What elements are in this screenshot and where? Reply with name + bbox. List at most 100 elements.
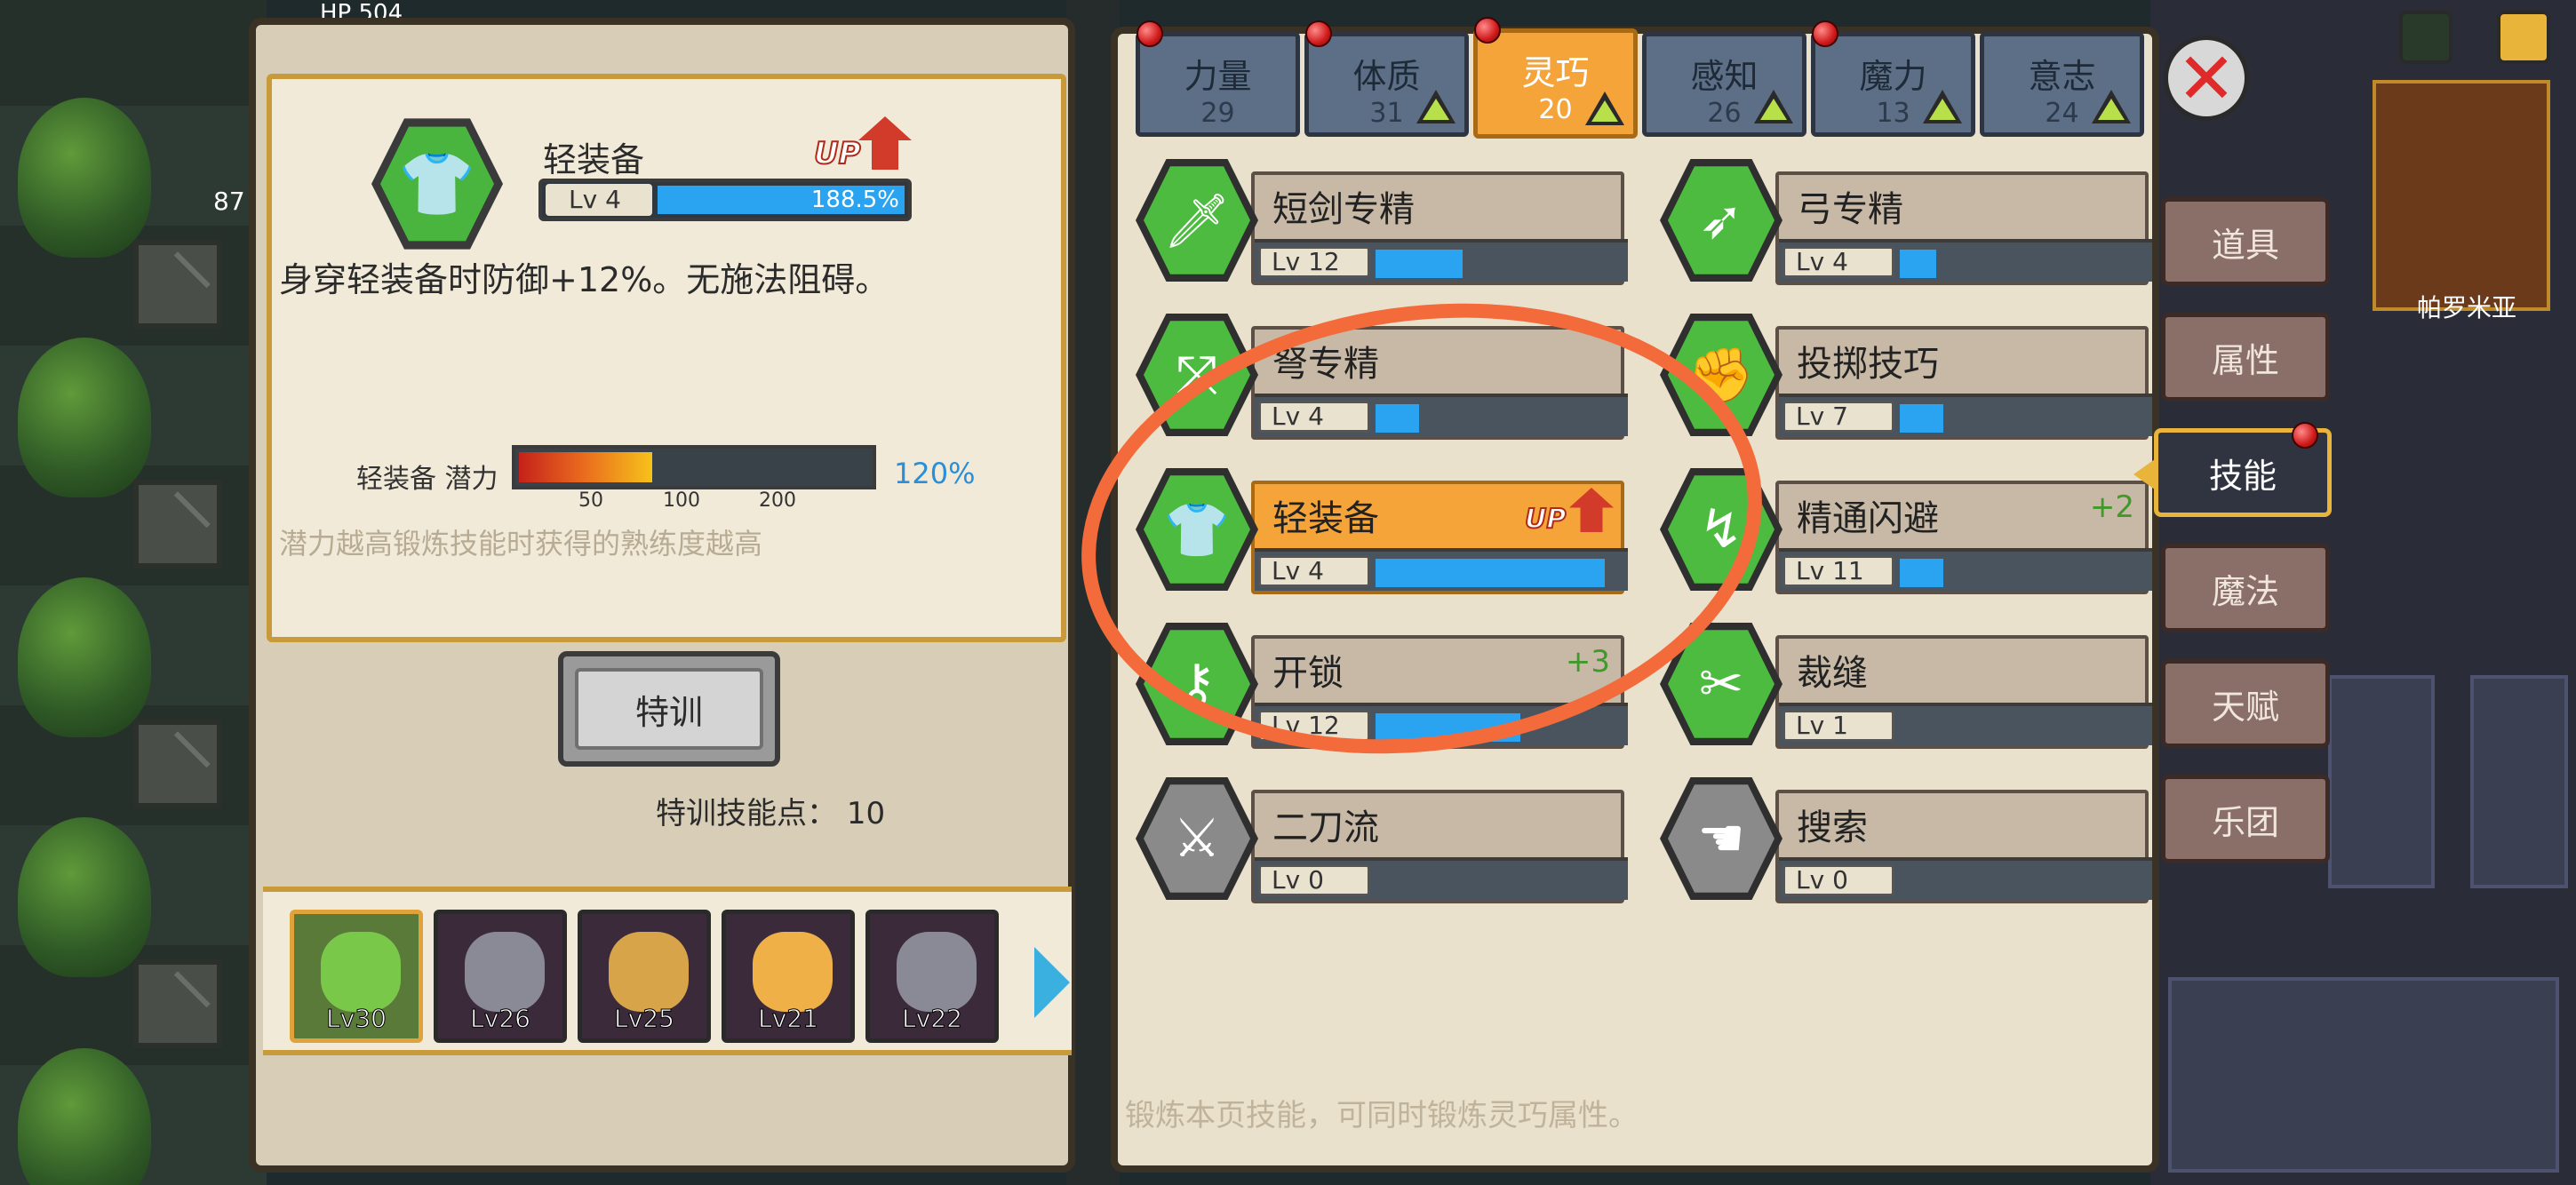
skill-name: 二刀流 (1272, 807, 1379, 848)
skill-level: Lv 12 (1258, 710, 1370, 742)
side-menu-item[interactable]: 天赋 (2161, 659, 2330, 748)
skill-level: Lv 0 (1782, 864, 1894, 896)
throw-icon: ✊ (1668, 321, 1774, 429)
potential-hint: 潜力越高锻炼技能时获得的熟练度越高 (279, 527, 763, 561)
skill-progress-bar: Lv 1 (1779, 703, 2152, 745)
search-hand-icon: ☚ (1668, 784, 1774, 893)
skill-card[interactable]: 弩专精 Lv 4 ⤧ (1136, 308, 1633, 450)
skill-name: 搜索 (1797, 807, 1868, 848)
attribute-name: 体质 (1352, 57, 1421, 96)
tab-attribute[interactable]: 力量 29 (1136, 20, 1300, 137)
dual-wield-icon: ⚔ (1144, 784, 1250, 893)
side-menu-item[interactable]: 属性 (2161, 313, 2330, 402)
party-member-portrait[interactable]: Lv21 (722, 910, 855, 1043)
skill-progress-bar: Lv 12 (1255, 239, 1628, 282)
potential-label: 轻装备 潜力 (356, 464, 498, 495)
character-avatar (465, 932, 545, 1012)
skill-progress-bar: Lv 11 (1779, 548, 2152, 591)
skill-plate: 搜索 Lv 0 (1775, 790, 2152, 903)
party-member-level: Lv26 (470, 1004, 531, 1034)
attribute-name: 魔力 (1859, 57, 1927, 96)
building-decoration (2470, 675, 2568, 888)
skill-name: 弓专精 (1797, 189, 1903, 230)
skill-progress-bar: Lv 4 188.5% (538, 179, 912, 221)
skill-hex-frame: ➶ (1660, 159, 1782, 282)
training-points: 特训技能点： 10 (656, 789, 885, 832)
tree-decoration (18, 338, 151, 497)
skill-card[interactable]: 精通闪避 +2 Lv 11 ↯ (1660, 463, 2157, 605)
skill-level: Lv 4 (546, 184, 652, 216)
skill-card[interactable]: 搜索 Lv 0 ☚ (1660, 772, 2157, 914)
skill-card[interactable]: 裁缝 Lv 1 ✂ (1660, 617, 2157, 760)
progress-fill (1900, 250, 1936, 278)
skill-level: Lv 0 (1258, 864, 1370, 896)
skill-progress-bar: Lv 4 (1779, 239, 2152, 282)
side-menu-item[interactable]: 道具 (2161, 197, 2330, 286)
skill-hex-frame: 👕 (1136, 468, 1258, 591)
skill-name: 轻装备 (1272, 498, 1379, 539)
tab-attribute[interactable]: 魔力 13 (1811, 20, 1975, 137)
minimize-icon[interactable] (2497, 11, 2550, 64)
key-icon: ⚷ (1144, 630, 1250, 738)
skill-name: 短剑专精 (1272, 189, 1415, 230)
skill-progress-bar: Lv 4 (1255, 394, 1628, 436)
tab-attribute[interactable]: 感知 26 (1642, 32, 1806, 137)
party-member-portrait[interactable]: Lv25 (578, 910, 711, 1043)
side-menu-item[interactable]: 技能 (2154, 422, 2332, 517)
character-avatar (897, 932, 977, 1012)
attribute-name: 感知 (1690, 57, 1759, 96)
skill-card[interactable]: 二刀流 Lv 0 ⚔ (1136, 772, 1633, 914)
skill-detail-panel: 👕 轻装备 UP Lv 4 188.5% 身穿轻装备时防御+12%。无施法阻碍。… (249, 18, 1075, 1173)
party-member-portrait[interactable]: Lv22 (865, 910, 999, 1043)
skill-level: Lv 1 (1782, 710, 1894, 742)
skill-card[interactable]: 短剑专精 Lv 12 🗡 (1136, 154, 1633, 296)
side-menu-item[interactable]: 魔法 (2161, 544, 2330, 632)
potential-bar (512, 445, 876, 489)
tab-attribute[interactable]: 体质 31 (1304, 20, 1469, 137)
skill-card[interactable]: 投掷技巧 Lv 7 ✊ (1660, 308, 2157, 450)
notification-dot-icon (2292, 422, 2318, 449)
gem-count: 87 (213, 187, 245, 216)
party-member-level: Lv22 (902, 1004, 963, 1034)
close-button[interactable]: ✕ (2164, 36, 2249, 121)
party-member-portrait[interactable]: Lv26 (434, 910, 567, 1043)
party-member-portrait[interactable]: Lv30 (290, 910, 423, 1043)
attribute-name: 灵巧 (1521, 53, 1590, 92)
skill-progress-bar: Lv 0 (1779, 857, 2152, 900)
building-decoration (2168, 977, 2559, 1173)
party-member-level: Lv25 (614, 1004, 675, 1034)
skill-level: Lv 4 (1258, 401, 1370, 433)
skill-level: Lv 7 (1782, 401, 1894, 433)
skill-progress-bar: Lv 7 (1779, 394, 2152, 436)
notification-dot-icon (1812, 20, 1838, 47)
notification-dot-icon (1305, 20, 1332, 47)
special-training-button[interactable]: 特训 (558, 651, 780, 767)
party-next-arrow-icon[interactable] (1034, 947, 1070, 1018)
skill-plate: 二刀流 Lv 0 (1251, 790, 1628, 903)
up-arrow-icon (1569, 488, 1614, 532)
skill-name: 投掷技巧 (1797, 344, 1939, 385)
skill-description: 身穿轻装备时防御+12%。无施法阻碍。 (279, 260, 889, 299)
skill-card[interactable]: 弓专精 Lv 4 ➶ (1660, 154, 2157, 296)
tab-attribute[interactable]: 意志 24 (1980, 32, 2144, 137)
skill-hex-frame: ⚷ (1136, 623, 1258, 745)
close-icon: ✕ (2176, 36, 2237, 120)
notification-dot-icon (1474, 17, 1501, 44)
potential-percent: 120% (894, 457, 976, 490)
skill-level: Lv 11 (1782, 555, 1894, 587)
party-member-level: Lv30 (326, 1004, 387, 1034)
skill-card[interactable]: 轻装备 UP Lv 4 👕 (1136, 463, 1633, 605)
party-bar: Lv30 Lv26 Lv25 Lv21 Lv22 (263, 887, 1072, 1055)
bow-icon: ➶ (1668, 166, 1774, 274)
skill-level: Lv 4 (1258, 555, 1370, 587)
side-menu-item[interactable]: 乐团 (2161, 775, 2330, 863)
tab-attribute[interactable]: 灵巧 20 (1473, 17, 1638, 139)
skill-card[interactable]: 开锁 +3 Lv 12 ⚷ (1136, 617, 1633, 760)
network-icon[interactable] (2399, 11, 2452, 64)
light-armor-icon: 👕 (380, 126, 494, 242)
up-badge: UP (813, 116, 912, 179)
up-label: UP (1524, 503, 1567, 536)
building-decoration (2373, 80, 2550, 311)
potential-tick: 200 (759, 489, 796, 512)
attribute-name: 力量 (1184, 57, 1252, 96)
